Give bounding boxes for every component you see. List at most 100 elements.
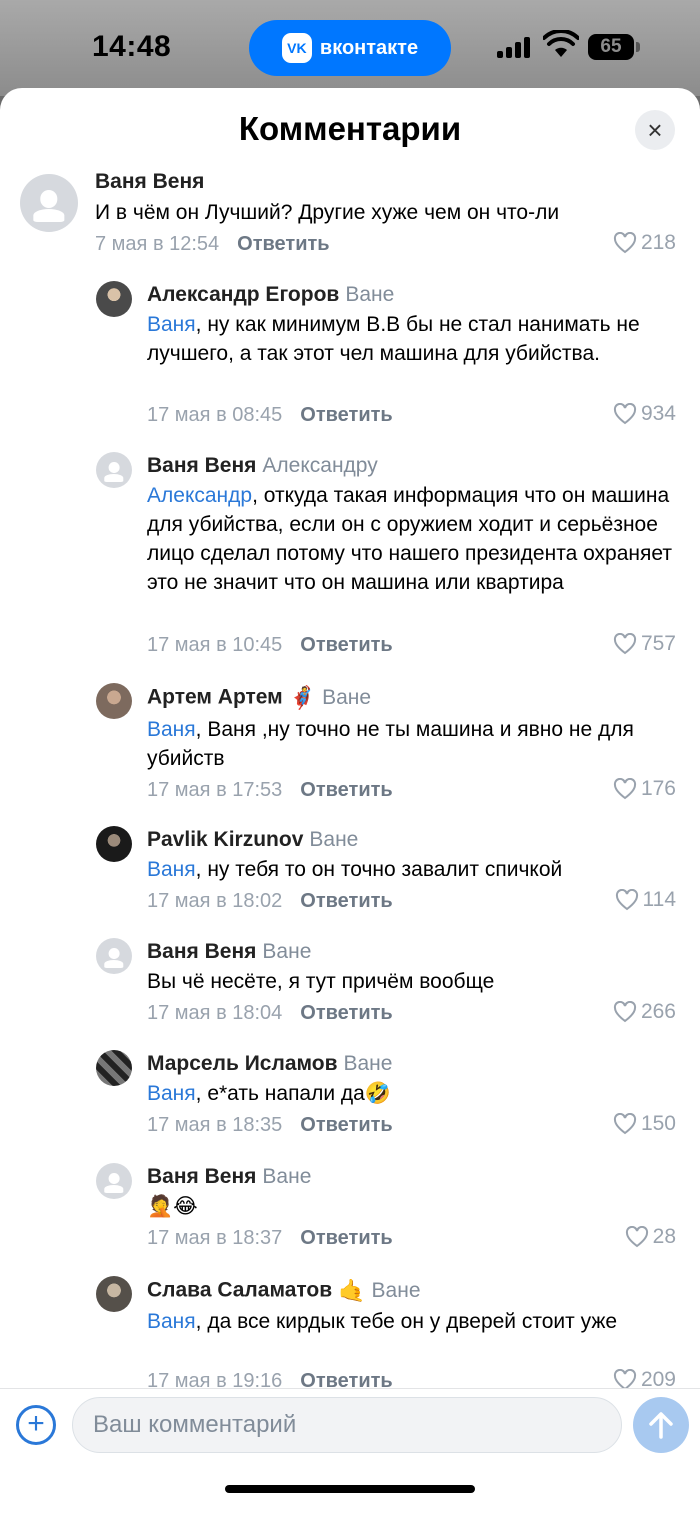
like-button[interactable]: 28 — [625, 1225, 676, 1249]
comment-meta: 17 мая в 19:16 Ответить — [147, 1370, 393, 1388]
comment-list[interactable]: Ваня Веня И в чём он Лучший? Другие хуже… — [0, 164, 700, 1388]
avatar[interactable] — [96, 1276, 132, 1312]
comment-text: Ваня, ну как минимум В.В бы не стал нани… — [147, 310, 677, 368]
reply-button[interactable]: Ответить — [300, 404, 392, 426]
reply-to[interactable]: Ване — [345, 283, 394, 306]
app-pill[interactable]: VK вконтакте — [249, 20, 451, 76]
like-button[interactable]: 266 — [613, 1000, 676, 1024]
like-button[interactable]: 218 — [613, 231, 676, 255]
comment-author[interactable]: Артем Артем — [147, 686, 283, 709]
comment-body: , да все кирдык тебе он у дверей стоит у… — [195, 1310, 618, 1333]
comment-author[interactable]: Марсель Исламов — [147, 1052, 338, 1075]
mention-link[interactable]: Ваня — [147, 1082, 196, 1105]
avatar[interactable] — [96, 683, 132, 719]
cellular-signal-icon — [497, 36, 533, 58]
like-count: 114 — [642, 888, 676, 911]
status-emoji-icon: 🤙 — [338, 1278, 366, 1303]
reply-to[interactable]: Ване — [309, 828, 358, 851]
comment-date: 17 мая в 18:04 — [147, 1002, 283, 1024]
reply-button[interactable]: Ответить — [300, 1114, 392, 1136]
mention-link[interactable]: Ваня — [147, 1310, 196, 1333]
reply-to[interactable]: Ване — [344, 1052, 393, 1075]
comment-author[interactable]: Ваня Веня — [147, 454, 256, 477]
comment-meta: 17 мая в 10:45 Ответить — [147, 634, 393, 657]
comment-header: Ваня Веня Ване — [147, 940, 311, 964]
like-button[interactable]: 176 — [613, 777, 676, 801]
like-count: 218 — [640, 231, 676, 254]
comment-body: Вы чё несёте, я тут причём вообще — [147, 970, 495, 993]
comment-header: Артем Артем 🦸 Ване — [147, 685, 371, 711]
comment-date: 17 мая в 18:37 — [147, 1227, 283, 1249]
home-indicator — [225, 1485, 475, 1493]
attach-button[interactable]: + — [16, 1405, 56, 1445]
comment-meta: 17 мая в 18:37 Ответить — [147, 1227, 393, 1250]
comment-author[interactable]: Александр Егоров — [147, 283, 339, 306]
wifi-icon — [543, 30, 579, 57]
like-button[interactable]: 934 — [613, 402, 676, 426]
comment-author[interactable]: Слава Саламатов — [147, 1279, 332, 1302]
comment-author[interactable]: Ваня Веня — [147, 940, 256, 963]
avatar[interactable] — [20, 174, 78, 232]
comment-meta: 17 мая в 08:45 Ответить — [147, 404, 393, 427]
comment-date: 17 мая в 08:45 — [147, 404, 283, 426]
reply-button[interactable]: Ответить — [237, 233, 329, 255]
reply-button[interactable]: Ответить — [300, 1370, 392, 1388]
comment-meta: 17 мая в 18:35 Ответить — [147, 1114, 393, 1137]
heart-icon — [625, 1226, 648, 1248]
heart-icon — [613, 1001, 636, 1023]
like-count: 934 — [640, 402, 676, 425]
comment-text: 🤦😂 — [147, 1192, 677, 1221]
comment-meta: 17 мая в 18:04 Ответить — [147, 1002, 393, 1025]
like-button[interactable]: 209 — [613, 1368, 676, 1388]
avatar[interactable] — [96, 826, 132, 862]
comment-author[interactable]: Pavlik Kirzunov — [147, 828, 303, 851]
reply-to[interactable]: Ване — [372, 1279, 421, 1302]
comment-meta: 17 мая в 18:02 Ответить — [147, 890, 393, 913]
comment-date: 17 мая в 10:45 — [147, 634, 283, 656]
reply-button[interactable]: Ответить — [300, 1227, 392, 1249]
avatar[interactable] — [96, 1163, 132, 1199]
comment-input-box[interactable] — [72, 1397, 681, 1453]
page-title: Комментарии — [238, 110, 462, 147]
like-count: 266 — [640, 1000, 676, 1023]
heart-icon — [613, 778, 636, 800]
comment-header: Ваня Веня — [95, 170, 204, 194]
comment-text: Ваня, ну тебя то он точно завалит спичко… — [147, 855, 677, 884]
comment-header: Ваня Веня Александру — [147, 454, 378, 478]
avatar[interactable] — [96, 452, 132, 488]
comment-meta: 17 мая в 17:53 Ответить — [147, 779, 393, 802]
like-button[interactable]: 114 — [615, 888, 676, 912]
reply-button[interactable]: Ответить — [300, 890, 392, 912]
mention-link[interactable]: Ваня — [147, 718, 196, 741]
reply-to[interactable]: Ване — [262, 940, 311, 963]
comment-author[interactable]: Ваня Веня — [147, 1165, 256, 1188]
comment-body: , ну тебя то он точно завалит спичкой — [195, 858, 563, 881]
comment-date: 17 мая в 18:35 — [147, 1114, 283, 1136]
mention-link[interactable]: Александр — [147, 484, 252, 507]
status-bar: 14:48 VK вконтакте 65 — [0, 0, 700, 96]
reply-to[interactable]: Ване — [322, 686, 371, 709]
close-icon: × — [647, 114, 663, 145]
avatar[interactable] — [96, 1050, 132, 1086]
reply-to[interactable]: Александру — [262, 454, 377, 477]
comment-input[interactable] — [93, 1398, 563, 1452]
send-button[interactable] — [633, 1397, 689, 1453]
avatar[interactable] — [96, 281, 132, 317]
heart-icon — [613, 633, 636, 655]
like-count: 176 — [640, 777, 676, 800]
like-button[interactable]: 757 — [613, 632, 676, 656]
reply-button[interactable]: Ответить — [300, 634, 392, 656]
reply-to[interactable]: Ване — [262, 1165, 311, 1188]
comment-header: Александр Егоров Ване — [147, 283, 394, 307]
avatar[interactable] — [96, 938, 132, 974]
mention-link[interactable]: Ваня — [147, 858, 196, 881]
comment-author[interactable]: Ваня Веня — [95, 170, 204, 193]
close-button[interactable]: × — [635, 110, 675, 150]
reply-button[interactable]: Ответить — [300, 1002, 392, 1024]
mention-link[interactable]: Ваня — [147, 313, 196, 336]
like-count: 757 — [640, 632, 676, 655]
like-button[interactable]: 150 — [613, 1112, 676, 1136]
comment-header: Марсель Исламов Ване — [147, 1052, 392, 1076]
comment-text: И в чём он Лучший? Другие хуже чем он чт… — [95, 198, 675, 227]
reply-button[interactable]: Ответить — [300, 779, 392, 801]
